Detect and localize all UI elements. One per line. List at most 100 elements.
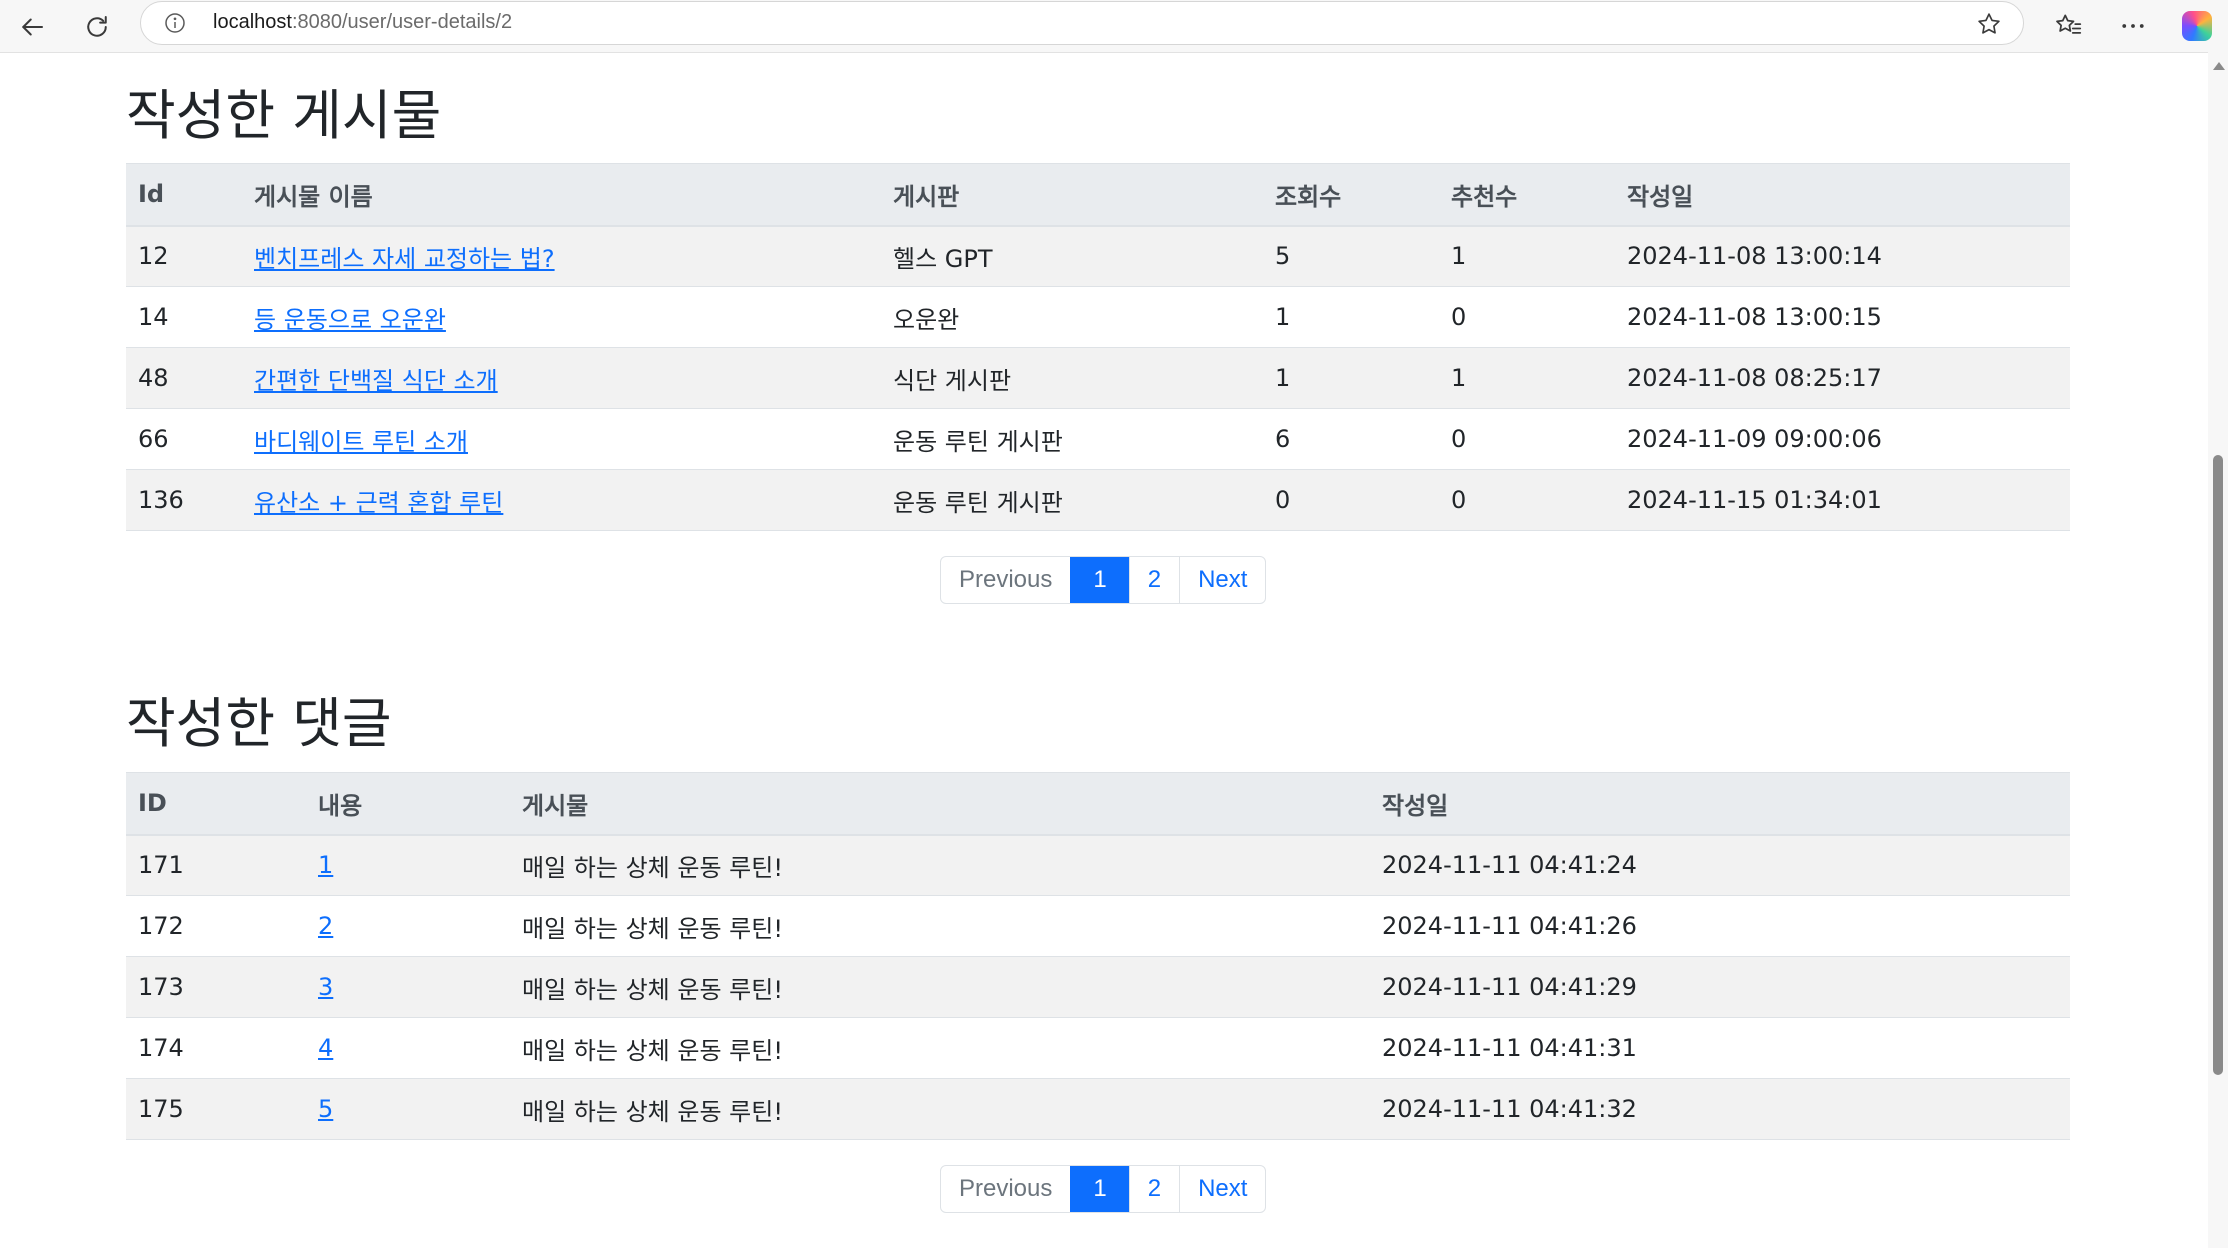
star-icon[interactable] (1975, 10, 2003, 38)
table-row: 12 벤치프레스 자세 교정하는 법? 헬스 GPT 5 1 2024-11-0… (126, 225, 2070, 287)
column-header: 조회수 (1263, 163, 1439, 227)
post-likes: 0 (1439, 408, 1615, 470)
browser-toolbar: localhost:8080/user/user-details/2 (0, 0, 2228, 53)
post-likes: 0 (1439, 469, 1615, 531)
post-date: 2024-11-09 09:00:06 (1615, 408, 2070, 470)
posts-title: 작성한 게시물 (126, 84, 442, 147)
page-button-2[interactable]: 2 (1128, 557, 1179, 603)
post-date: 2024-11-15 01:34:01 (1615, 469, 2070, 531)
comment-content-cell: 1 (306, 834, 510, 896)
post-id: 12 (126, 225, 242, 287)
table-row: 66 바디웨이트 루틴 소개 운동 루틴 게시판 6 0 2024-11-09 … (126, 408, 2070, 470)
previous-page-button[interactable]: Previous (941, 557, 1070, 603)
post-date: 2024-11-08 13:00:15 (1615, 286, 2070, 348)
post-title-cell: 간편한 단백질 식단 소개 (242, 347, 881, 409)
post-views: 6 (1263, 408, 1439, 470)
table-row: 136 유산소 + 근력 혼합 루틴 운동 루틴 게시판 0 0 2024-11… (126, 469, 2070, 531)
back-arrow-icon[interactable] (12, 7, 52, 47)
comment-content-link[interactable]: 5 (318, 1095, 333, 1123)
table-row: 175 5 매일 하는 상체 운동 루틴! 2024-11-11 04:41:3… (126, 1078, 2070, 1140)
comments-pagination: Previous 1 2 Next (940, 1165, 1267, 1213)
comment-date: 2024-11-11 04:41:31 (1370, 1017, 2070, 1079)
info-icon[interactable] (163, 11, 187, 35)
vertical-scrollbar[interactable] (2208, 52, 2228, 1248)
post-likes: 0 (1439, 286, 1615, 348)
post-title-link[interactable]: 간편한 단백질 식단 소개 (254, 367, 498, 395)
post-board: 식단 게시판 (881, 347, 1263, 409)
column-header: 내용 (306, 772, 510, 836)
table-row: 14 등 운동으로 오운완 오운완 1 0 2024-11-08 13:00:1… (126, 286, 2070, 348)
comment-post: 매일 하는 상체 운동 루틴! (510, 956, 1370, 1018)
comment-post: 매일 하는 상체 운동 루틴! (510, 1078, 1370, 1140)
comment-post: 매일 하는 상체 운동 루틴! (510, 895, 1370, 957)
post-views: 0 (1263, 469, 1439, 531)
comments-table: ID 내용 게시물 작성일 171 1 매일 하는 상체 운동 루틴! 2024… (126, 772, 2070, 1140)
post-title-cell: 벤치프레스 자세 교정하는 법? (242, 225, 881, 287)
comment-post: 매일 하는 상체 운동 루틴! (510, 1017, 1370, 1079)
post-title-link[interactable]: 벤치프레스 자세 교정하는 법? (254, 245, 555, 273)
posts-pagination: Previous 1 2 Next (940, 556, 1267, 604)
post-id: 66 (126, 408, 242, 470)
table-row: 171 1 매일 하는 상체 운동 루틴! 2024-11-11 04:41:2… (126, 834, 2070, 896)
post-title-link[interactable]: 등 운동으로 오운완 (254, 306, 446, 334)
post-board: 운동 루틴 게시판 (881, 469, 1263, 531)
comment-content-cell: 4 (306, 1017, 510, 1079)
comment-id: 174 (126, 1017, 306, 1079)
refresh-icon[interactable] (77, 7, 117, 47)
address-bar[interactable]: localhost:8080/user/user-details/2 (140, 1, 2024, 45)
previous-page-button[interactable]: Previous (941, 1166, 1070, 1212)
scroll-up-icon[interactable] (2213, 62, 2225, 70)
column-header: 게시판 (881, 163, 1263, 227)
page-button-1[interactable]: 1 (1070, 557, 1129, 603)
page-button-2[interactable]: 2 (1128, 1166, 1179, 1212)
column-header: ID (126, 772, 306, 836)
column-header: 게시물 이름 (242, 163, 881, 227)
url-text[interactable]: localhost:8080/user/user-details/2 (213, 11, 512, 34)
post-id: 14 (126, 286, 242, 348)
post-views: 1 (1263, 286, 1439, 348)
table-row: 174 4 매일 하는 상체 운동 루틴! 2024-11-11 04:41:3… (126, 1017, 2070, 1079)
favorites-icon[interactable] (2050, 7, 2088, 45)
column-header: Id (126, 163, 242, 227)
column-header: 게시물 (510, 772, 1370, 836)
comments-header-row: ID 내용 게시물 작성일 (126, 772, 2070, 836)
comment-id: 173 (126, 956, 306, 1018)
url-host: localhost (213, 11, 292, 33)
post-date: 2024-11-08 08:25:17 (1615, 347, 2070, 409)
post-id: 48 (126, 347, 242, 409)
comment-content-cell: 2 (306, 895, 510, 957)
comment-content-link[interactable]: 2 (318, 912, 333, 940)
comment-content-link[interactable]: 1 (318, 851, 333, 879)
post-title-cell: 유산소 + 근력 혼합 루틴 (242, 469, 881, 531)
comment-content-cell: 3 (306, 956, 510, 1018)
post-title-cell: 등 운동으로 오운완 (242, 286, 881, 348)
url-path: :8080/user/user-details/2 (291, 11, 513, 33)
comment-content-link[interactable]: 4 (318, 1034, 333, 1062)
copilot-icon[interactable] (2178, 7, 2216, 45)
post-id: 136 (126, 469, 242, 531)
comments-title: 작성한 댓글 (126, 692, 392, 755)
page-button-1[interactable]: 1 (1070, 1166, 1129, 1212)
post-title-link[interactable]: 바디웨이트 루틴 소개 (254, 428, 468, 456)
next-page-button[interactable]: Next (1179, 557, 1265, 603)
comment-id: 172 (126, 895, 306, 957)
comment-date: 2024-11-11 04:41:32 (1370, 1078, 2070, 1140)
post-date: 2024-11-08 13:00:14 (1615, 225, 2070, 287)
comment-content-link[interactable]: 3 (318, 973, 333, 1001)
scrollbar-thumb[interactable] (2213, 455, 2223, 1075)
next-page-button[interactable]: Next (1179, 1166, 1265, 1212)
comment-date: 2024-11-11 04:41:26 (1370, 895, 2070, 957)
table-row: 173 3 매일 하는 상체 운동 루틴! 2024-11-11 04:41:2… (126, 956, 2070, 1018)
post-views: 1 (1263, 347, 1439, 409)
posts-header-row: Id 게시물 이름 게시판 조회수 추천수 작성일 (126, 163, 2070, 227)
post-board: 오운완 (881, 286, 1263, 348)
post-title-link[interactable]: 유산소 + 근력 혼합 루틴 (254, 489, 503, 517)
post-likes: 1 (1439, 347, 1615, 409)
comment-date: 2024-11-11 04:41:24 (1370, 834, 2070, 896)
more-icon[interactable] (2114, 7, 2152, 45)
table-row: 172 2 매일 하는 상체 운동 루틴! 2024-11-11 04:41:2… (126, 895, 2070, 957)
post-likes: 1 (1439, 225, 1615, 287)
post-board: 운동 루틴 게시판 (881, 408, 1263, 470)
post-views: 5 (1263, 225, 1439, 287)
post-title-cell: 바디웨이트 루틴 소개 (242, 408, 881, 470)
